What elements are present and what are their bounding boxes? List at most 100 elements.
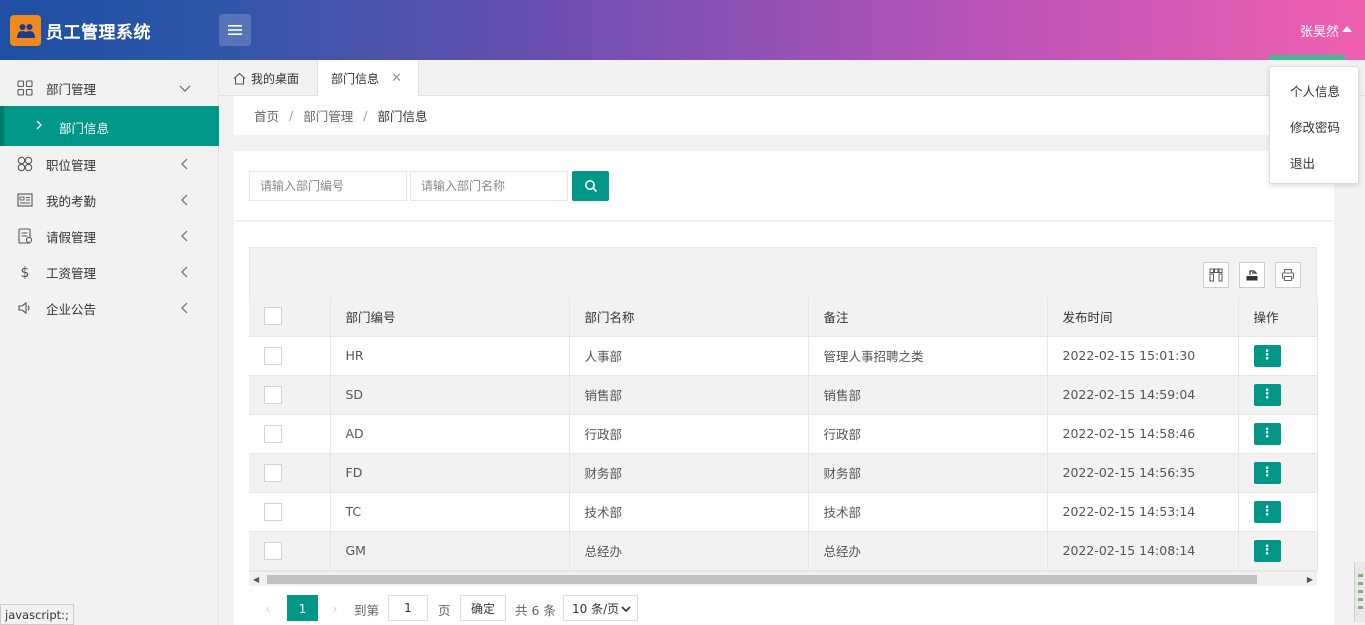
active-indicator: [0, 106, 4, 146]
dept-no-input[interactable]: [249, 171, 407, 201]
tab-home[interactable]: 我的桌面: [233, 60, 299, 96]
horizontal-scrollbar[interactable]: ◀ ▶: [249, 571, 1317, 586]
cell-remark: 总经办: [808, 531, 1048, 571]
row-select-cell: [249, 336, 331, 376]
row-checkbox[interactable]: [264, 424, 282, 443]
cell-time: 2022-02-15 14:58:46: [1047, 414, 1239, 454]
cell-name: 财务部: [569, 453, 809, 493]
select-all-checkbox[interactable]: [264, 307, 282, 326]
cell-op: ⋮: [1237, 336, 1318, 376]
table-row: AD 行政部 行政部 2022-02-15 14:58:46 ⋮: [249, 414, 1318, 454]
more-actions-button[interactable]: ⋮: [1253, 422, 1281, 445]
menu-item-profile[interactable]: 个人信息: [1290, 81, 1340, 100]
chevron-left-icon: [181, 158, 188, 170]
table-row: TC 技术部 技术部 2022-02-15 14:53:14 ⋮: [249, 492, 1318, 532]
caret-up-icon[interactable]: [1342, 26, 1352, 32]
table-row: FD 财务部 财务部 2022-02-15 14:56:35 ⋮: [249, 453, 1318, 493]
cell-time: 2022-02-15 14:08:14: [1047, 531, 1239, 571]
close-icon[interactable]: ✕: [391, 71, 402, 86]
sidebar-item-notice[interactable]: 企业公告: [0, 290, 219, 326]
more-actions-button[interactable]: ⋮: [1253, 461, 1281, 484]
dept-name-input[interactable]: [410, 171, 568, 201]
table-row: SD 销售部 销售部 2022-02-15 14:59:04 ⋮: [249, 375, 1318, 415]
widget-bar: [1358, 606, 1363, 609]
menu-item-change-password[interactable]: 修改密码: [1290, 117, 1340, 136]
tab-dept-info[interactable]: 部门信息 ✕: [317, 60, 419, 96]
cell-op: ⋮: [1237, 453, 1318, 493]
cell-op: ⋮: [1237, 492, 1318, 532]
row-checkbox[interactable]: [264, 346, 282, 365]
cell-code: AD: [330, 414, 570, 454]
cell-remark: 管理人事招聘之类: [808, 336, 1048, 376]
sidebar-item-label: 工资管理: [46, 265, 97, 281]
user-name[interactable]: 张昊然: [1300, 21, 1339, 40]
top-header: 员工管理系统 张昊然: [0, 0, 1365, 60]
column-header[interactable]: 部门编号: [330, 297, 570, 337]
page-unit-label: 页: [438, 603, 451, 618]
sidebar-item-dept[interactable]: 部门管理: [0, 70, 219, 106]
column-header: 操作: [1237, 297, 1318, 337]
prev-page-icon[interactable]: ‹: [258, 596, 278, 620]
widget-bar: [1358, 582, 1363, 585]
cell-name: 行政部: [569, 414, 809, 454]
tab-label: 部门信息: [331, 71, 380, 86]
widget-bar: [1358, 574, 1363, 577]
menu-toggle-button[interactable]: [219, 14, 251, 46]
grid-icon: [17, 80, 33, 96]
speaker-icon: [18, 301, 30, 315]
chevron-down-icon: [621, 606, 631, 613]
row-checkbox[interactable]: [264, 502, 282, 521]
row-checkbox[interactable]: [264, 541, 282, 560]
more-actions-button[interactable]: ⋮: [1253, 383, 1281, 406]
cell-time: 2022-02-15 14:53:14: [1047, 492, 1239, 532]
search-button[interactable]: [572, 171, 609, 201]
breadcrumb-separator: /: [363, 108, 368, 123]
svg-text:$: $: [21, 265, 30, 280]
more-actions-button[interactable]: ⋮: [1253, 500, 1281, 523]
search-icon: [584, 180, 597, 193]
menu-item-logout[interactable]: 退出: [1290, 153, 1315, 172]
more-actions-button[interactable]: ⋮: [1253, 344, 1281, 367]
clover-icon: [17, 156, 33, 172]
column-header[interactable]: 部门名称: [569, 297, 809, 337]
goto-page-input[interactable]: [388, 595, 428, 621]
sidebar-item-position[interactable]: 职位管理: [0, 146, 219, 182]
cell-name: 人事部: [569, 336, 809, 376]
scroll-right-icon[interactable]: ▶: [1307, 575, 1313, 584]
leave-icon: [18, 228, 33, 244]
scrollbar-thumb[interactable]: [267, 575, 1257, 584]
home-icon: [233, 72, 246, 85]
row-checkbox[interactable]: [264, 385, 282, 404]
breadcrumb-current: 部门信息: [377, 109, 428, 124]
sidebar-item-attendance[interactable]: 我的考勤: [0, 182, 219, 218]
chevron-left-icon: [181, 230, 188, 242]
more-actions-button[interactable]: ⋮: [1253, 539, 1281, 562]
cell-time: 2022-02-15 15:01:30: [1047, 336, 1239, 376]
table-header-row: 部门编号 部门名称 备注 发布时间 操作: [249, 297, 1318, 337]
table-row: HR 人事部 管理人事招聘之类 2022-02-15 15:01:30 ⋮: [249, 336, 1318, 376]
total-count: 共 6 条: [515, 603, 556, 618]
sidebar-item-salary[interactable]: $ 工资管理: [0, 254, 219, 290]
breadcrumb-dept-manage[interactable]: 部门管理: [303, 106, 353, 125]
app-title: 员工管理系统: [46, 23, 151, 43]
dept-table: 部门编号 部门名称 备注 发布时间 操作 HR 人事部 管理人事招聘之类 202…: [249, 297, 1318, 571]
breadcrumb-home[interactable]: 首页: [254, 106, 279, 125]
sidebar-item-leave[interactable]: 请假管理: [0, 218, 219, 254]
sidebar-subitem-dept-info[interactable]: 部门信息: [0, 106, 219, 146]
column-header[interactable]: 备注: [808, 297, 1048, 337]
cell-op: ⋮: [1237, 531, 1318, 571]
chevron-down-icon: [179, 85, 191, 92]
next-page-icon[interactable]: ›: [325, 596, 345, 620]
columns-filter-button[interactable]: [1203, 262, 1229, 288]
page-size-select[interactable]: 10 条/页: [563, 595, 638, 621]
table-row: GM 总经办 总经办 2022-02-15 14:08:14 ⋮: [249, 531, 1318, 571]
row-checkbox[interactable]: [264, 463, 282, 482]
page-current[interactable]: 1: [287, 595, 318, 621]
print-button[interactable]: [1275, 262, 1301, 288]
status-bar-url: javascript:;: [0, 604, 74, 625]
column-header[interactable]: 发布时间: [1047, 297, 1239, 337]
scroll-left-icon[interactable]: ◀: [253, 575, 259, 584]
cell-name: 总经办: [569, 531, 809, 571]
export-button[interactable]: [1239, 262, 1265, 288]
goto-confirm-button[interactable]: 确定: [460, 595, 506, 621]
